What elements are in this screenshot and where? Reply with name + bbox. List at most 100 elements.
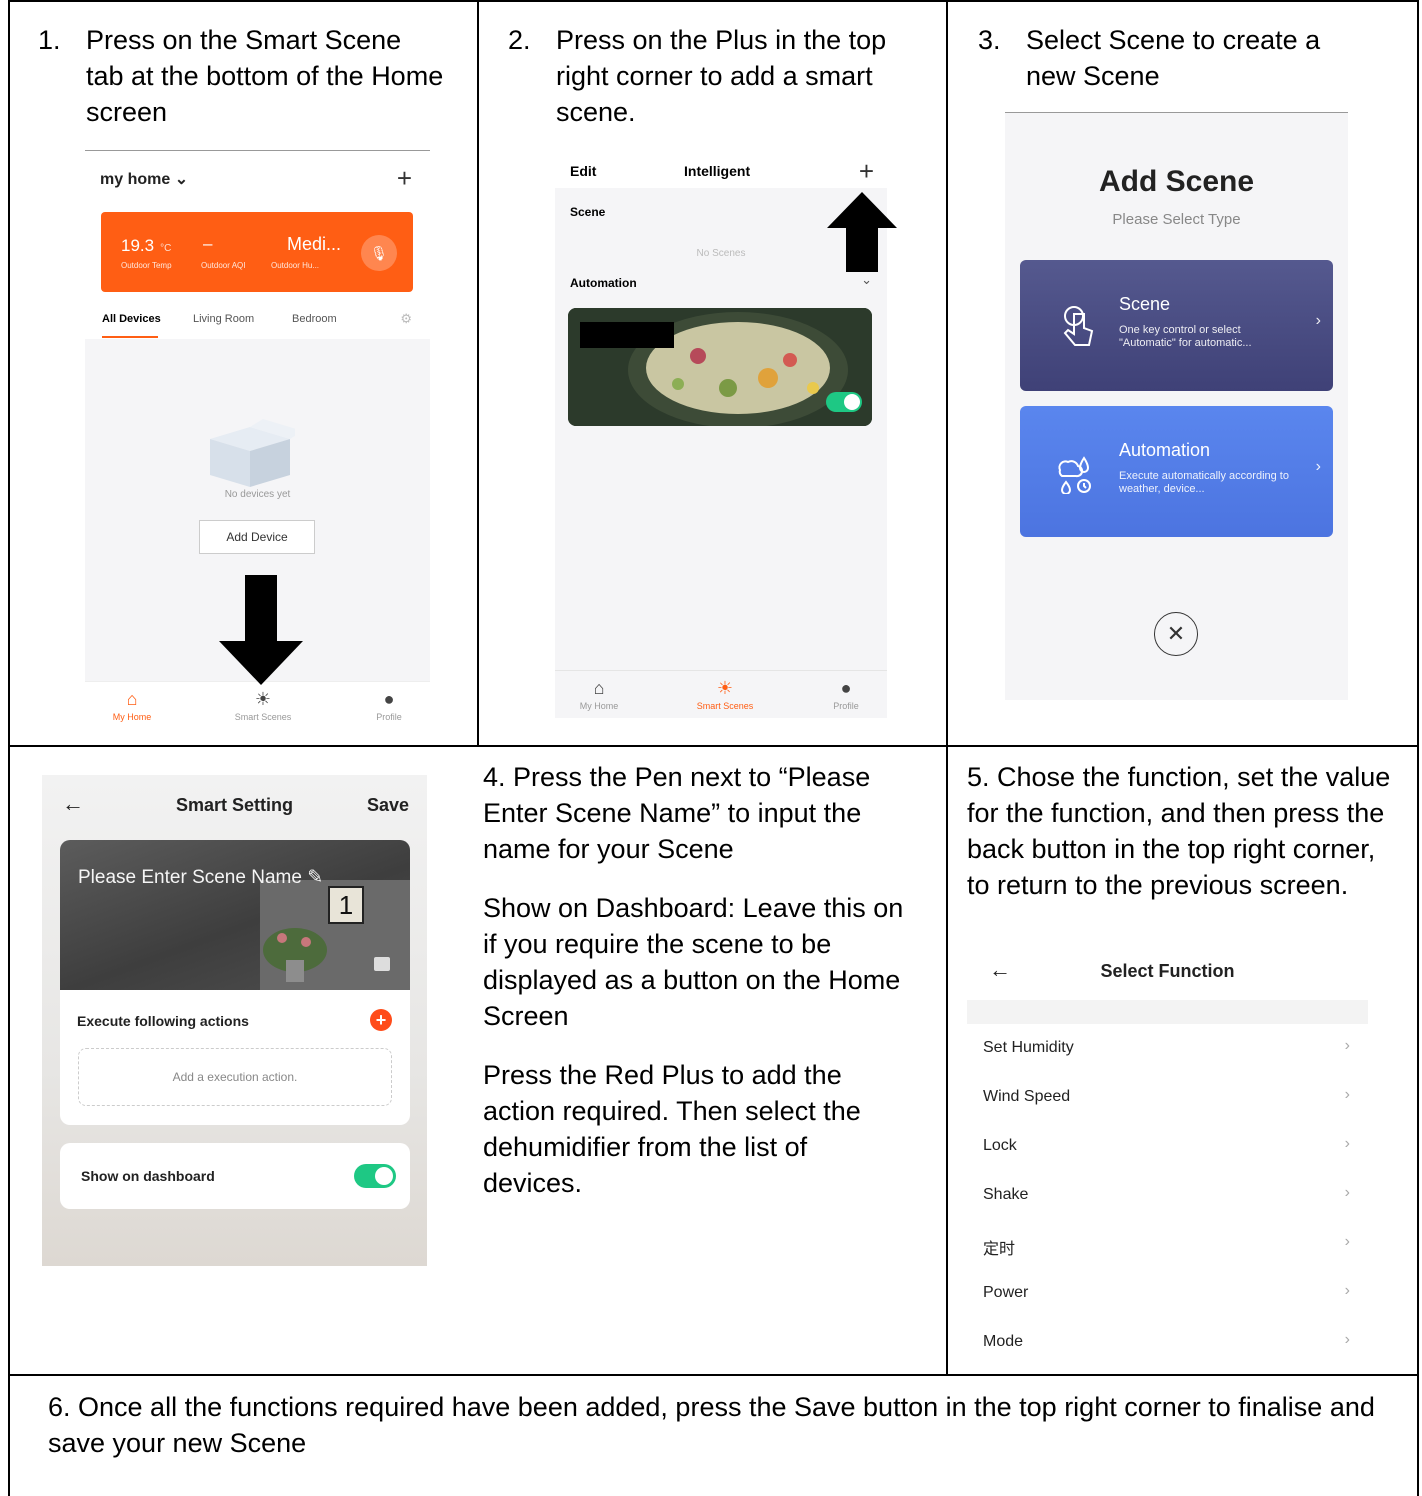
- chevron-right-icon: ›: [1344, 1135, 1350, 1152]
- chevron-right-icon: ›: [1344, 1086, 1350, 1103]
- outdoor-temp-label: Outdoor Temp: [121, 261, 172, 270]
- nav-my-home[interactable]: ⌂ My Home: [559, 675, 639, 711]
- close-icon[interactable]: ✕: [1154, 612, 1198, 656]
- scene-option-card[interactable]: Scene One key control or select "Automat…: [1020, 260, 1333, 391]
- nav-profile-label: Profile: [376, 712, 402, 722]
- scene-section-label: Scene: [570, 205, 606, 219]
- function-row-lock[interactable]: Lock ›: [967, 1123, 1368, 1172]
- sun-icon: ☀: [716, 678, 734, 698]
- function-row-mode[interactable]: Mode ›: [967, 1319, 1368, 1368]
- add-action-plus-icon[interactable]: +: [370, 1009, 392, 1031]
- step-2-instruction: 2. Press on the Plus in the top right co…: [508, 22, 928, 130]
- function-row-set-humidity[interactable]: Set Humidity ›: [967, 1025, 1368, 1074]
- automation-section-label: Automation: [570, 276, 637, 290]
- chevron-right-icon: ›: [1344, 1037, 1350, 1054]
- empty-state-text: No devices yet: [224, 489, 291, 500]
- tab-all-devices[interactable]: All Devices: [102, 313, 161, 325]
- edit-button[interactable]: Edit: [570, 163, 596, 179]
- chevron-right-icon: ›: [1344, 1184, 1350, 1201]
- dashboard-panel: Show on dashboard: [60, 1143, 410, 1209]
- add-scene-subtitle: Please Select Type: [1112, 211, 1241, 228]
- add-scene-screenshot: Add Scene Please Select Type Scene One k…: [1005, 112, 1348, 700]
- chevron-right-icon: ›: [1315, 458, 1321, 475]
- function-label: Set Humidity: [983, 1039, 1074, 1056]
- profile-icon: ●: [840, 678, 852, 698]
- select-function-screenshot: ← Select Function Set Humidity › Wind Spe…: [967, 950, 1368, 1370]
- empty-box-icon: [210, 419, 295, 487]
- function-label: Power: [983, 1284, 1029, 1301]
- tap-hand-icon: [1063, 306, 1094, 346]
- step-3-text: Select Scene to create a new Scene: [1026, 25, 1321, 91]
- sun-icon: ☀: [254, 689, 272, 709]
- image-icon[interactable]: [374, 957, 390, 971]
- nav-smart-scenes[interactable]: ☀ Smart Scenes: [223, 686, 303, 722]
- nav-smart-scenes-label: Smart Scenes: [696, 701, 754, 711]
- nav-my-home[interactable]: ⌂ My Home: [92, 686, 172, 722]
- bottom-tab-bar: ⌂ My Home ☀ Smart Scenes ● Profile: [555, 670, 887, 718]
- home-icon: ⌂: [126, 689, 138, 709]
- scene-name-input[interactable]: Please Enter Scene Name ✎: [78, 866, 323, 889]
- outdoor-temp-value: 19.3: [121, 236, 155, 255]
- section-gap: [967, 1000, 1368, 1024]
- nav-profile[interactable]: ● Profile: [349, 686, 429, 722]
- table-border-right: [1417, 0, 1419, 1496]
- nav-smart-scenes-label: Smart Scenes: [234, 712, 292, 722]
- weather-card: 19.3 °C – Medi... Outdoor Temp Outdoor AQ…: [101, 212, 413, 292]
- outdoor-aqi-label: Outdoor AQI: [201, 261, 246, 270]
- add-execution-action[interactable]: Add a execution action.: [78, 1048, 392, 1106]
- show-on-dashboard-toggle[interactable]: [354, 1164, 396, 1188]
- automation-card[interactable]: [568, 308, 872, 426]
- scene-option-desc: One key control or select "Automatic" fo…: [1119, 324, 1252, 349]
- add-device-button[interactable]: Add Device: [199, 520, 315, 554]
- actions-panel: Execute following actions + Add a execut…: [60, 990, 410, 1125]
- microphone-icon[interactable]: 🎙: [361, 235, 397, 271]
- nav-profile-label: Profile: [833, 701, 859, 711]
- outdoor-aqi-value: –: [203, 234, 213, 253]
- function-label: Shake: [983, 1186, 1029, 1203]
- add-icon[interactable]: +: [397, 163, 412, 194]
- table-divider-col1: [477, 0, 479, 746]
- temp-unit: °C: [160, 243, 172, 254]
- arrow-up-icon: [827, 192, 897, 272]
- scene-name-placeholder: Please Enter Scene Name: [78, 867, 302, 888]
- chevron-down-icon[interactable]: ⌄: [861, 272, 872, 288]
- active-tab-indicator: [102, 336, 158, 338]
- tab-bedroom[interactable]: Bedroom: [292, 313, 337, 325]
- function-label: Mode: [983, 1333, 1024, 1350]
- table-divider-row2: [8, 1374, 1419, 1376]
- tab-living-room[interactable]: Living Room: [193, 313, 254, 325]
- step-2-text: Press on the Plus in the top right corne…: [556, 25, 887, 127]
- step-4-paragraph-1: 4. Press the Pen next to “Please Enter S…: [483, 762, 871, 864]
- nav-profile[interactable]: ● Profile: [806, 675, 886, 711]
- automation-option-desc: Execute automatically according to weath…: [1119, 470, 1289, 495]
- calendar-block: 1: [328, 886, 364, 924]
- select-function-title: Select Function: [1100, 961, 1235, 981]
- step-5-text: 5. Chose the function, set the value for…: [967, 762, 1391, 900]
- table-border-top: [8, 0, 1419, 2]
- page-title: Intelligent: [684, 163, 751, 179]
- pen-icon[interactable]: ✎: [307, 867, 323, 888]
- smart-setting-screenshot: ← Smart Setting Save Please Enter Scene …: [42, 775, 427, 1266]
- function-row-power[interactable]: Power ›: [967, 1270, 1368, 1319]
- table-divider-row1: [8, 745, 1419, 747]
- home-icon: ⌂: [593, 678, 605, 698]
- function-label: Wind Speed: [983, 1088, 1071, 1105]
- nav-my-home-label: My Home: [579, 701, 619, 711]
- function-row-shake[interactable]: Shake ›: [967, 1172, 1368, 1221]
- home-title: my home: [100, 171, 171, 188]
- chevron-right-icon: ›: [1344, 1331, 1350, 1348]
- function-row-wind-speed[interactable]: Wind Speed ›: [967, 1074, 1368, 1123]
- step-4-paragraph-2: Show on Dashboard: Leave this on if you …: [483, 893, 904, 1031]
- add-scene-plus-icon[interactable]: +: [859, 156, 874, 187]
- automation-option-card[interactable]: Automation Execute automatically accordi…: [1020, 406, 1333, 537]
- step-3-instruction: 3. Select Scene to create a new Scene: [978, 22, 1398, 94]
- save-button[interactable]: Save: [367, 795, 409, 816]
- gear-icon[interactable]: ⚙: [400, 311, 412, 327]
- scene-option-name: Scene: [1119, 294, 1171, 314]
- nav-smart-scenes[interactable]: ☀ Smart Scenes: [685, 675, 765, 711]
- function-label: 定时: [983, 1241, 1016, 1258]
- chevron-down-icon: ⌄: [174, 171, 189, 188]
- home-selector[interactable]: my home ⌄: [100, 169, 188, 189]
- automation-toggle[interactable]: [826, 392, 862, 412]
- function-row-timer[interactable]: 定时 ›: [967, 1221, 1368, 1270]
